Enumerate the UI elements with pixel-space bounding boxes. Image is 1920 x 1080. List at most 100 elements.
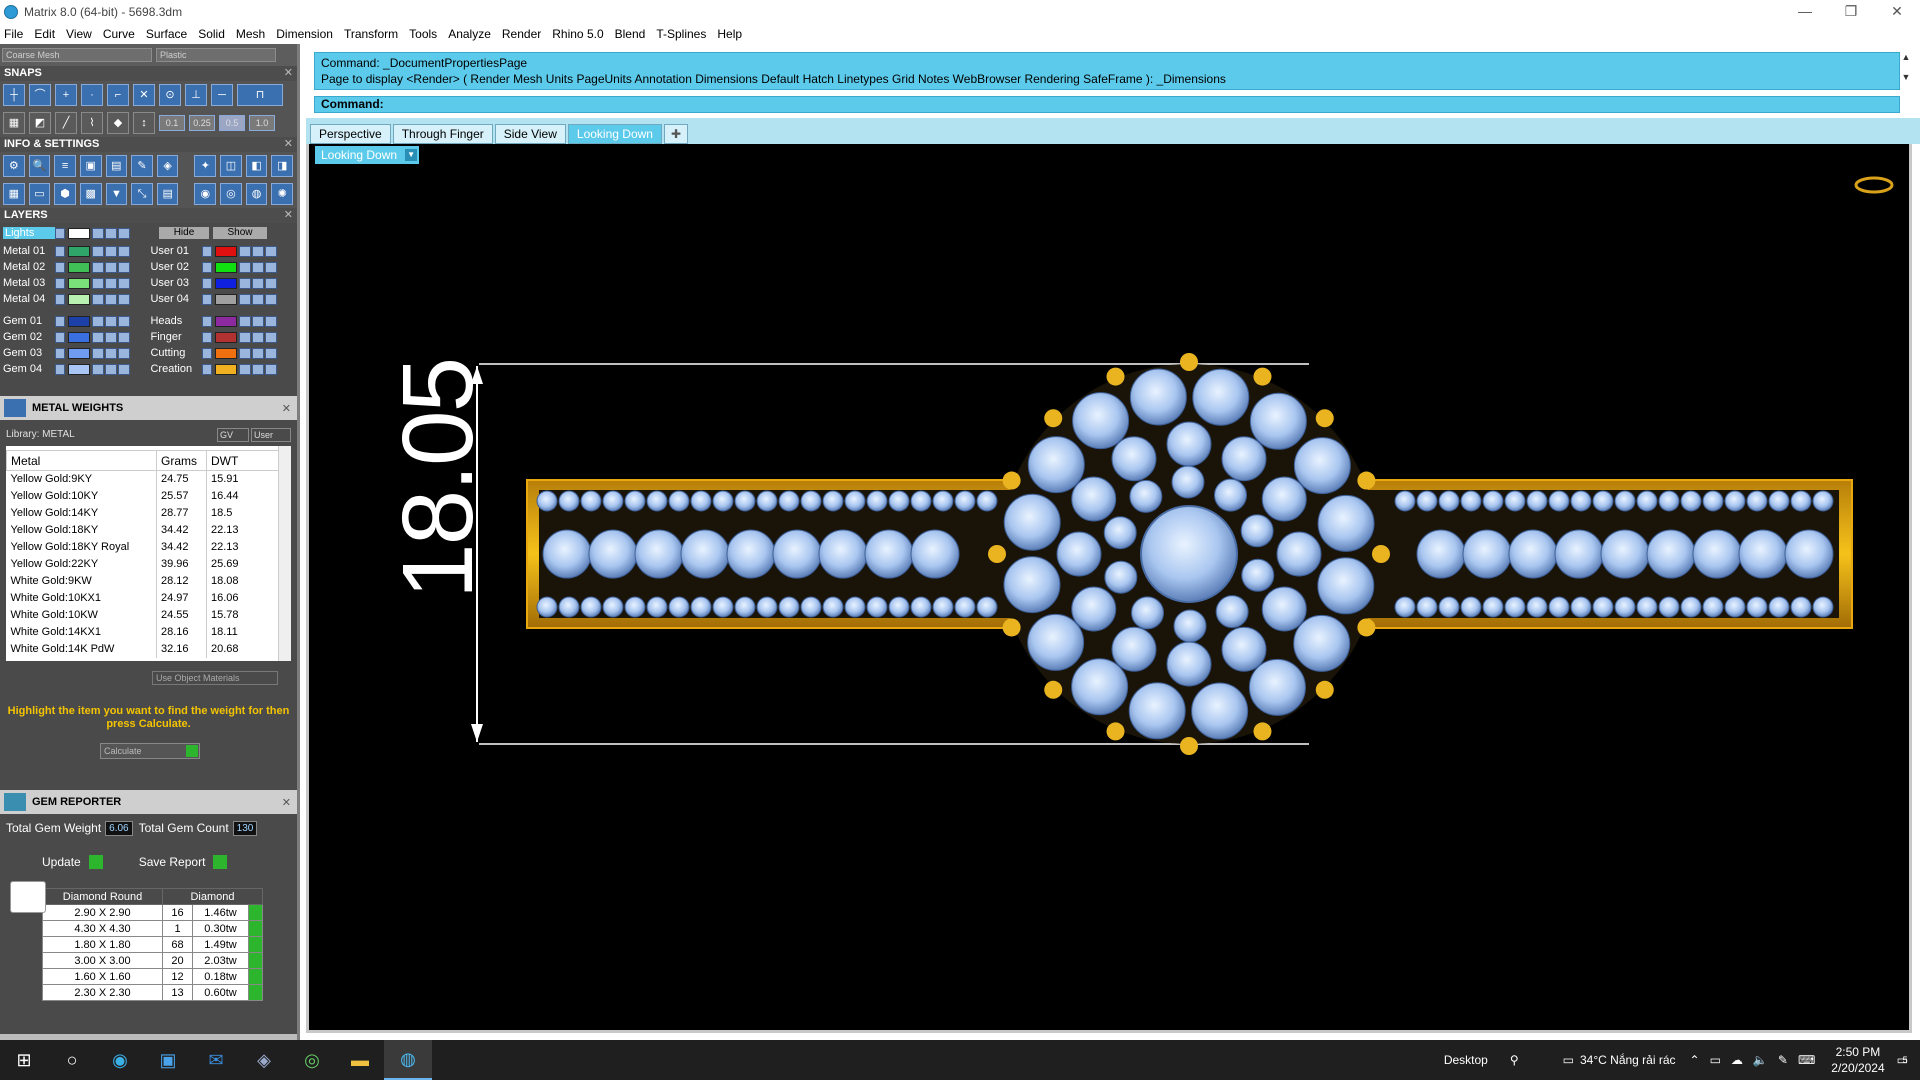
snap-value-4[interactable]: 1.0 bbox=[249, 115, 275, 131]
scale-icon[interactable]: ⤡ bbox=[131, 183, 153, 205]
snap-value-1[interactable]: 0.1 bbox=[159, 115, 185, 131]
layer-color-swatch[interactable] bbox=[215, 277, 238, 289]
layers-icon[interactable]: ≡ bbox=[54, 155, 76, 177]
lights-arrow-icon[interactable] bbox=[55, 227, 65, 239]
layer-print-icon[interactable] bbox=[118, 315, 130, 327]
layer-visible-icon[interactable] bbox=[105, 277, 117, 289]
layer-row[interactable]: User 03 bbox=[150, 275, 294, 291]
close-icon[interactable]: ✕ bbox=[282, 796, 291, 809]
layer-row[interactable]: Metal 02 bbox=[3, 259, 148, 275]
layer-print-icon[interactable] bbox=[118, 245, 130, 257]
layer-name[interactable]: Gem 01 bbox=[3, 315, 55, 327]
end-snap-icon[interactable]: ┼ bbox=[3, 84, 25, 106]
lights-color-swatch[interactable] bbox=[68, 227, 90, 239]
tool-c-icon[interactable]: ◧ bbox=[245, 155, 268, 177]
layer-lock-icon[interactable] bbox=[92, 261, 104, 273]
cen-snap-icon[interactable]: ⌐ bbox=[107, 84, 129, 106]
snap-value-3[interactable]: 0.5 bbox=[219, 115, 245, 131]
layer-visible-icon[interactable] bbox=[252, 363, 265, 375]
layer-row[interactable]: User 01 bbox=[150, 243, 294, 259]
menu-blend[interactable]: Blend bbox=[615, 27, 646, 41]
layer-print-icon[interactable] bbox=[265, 245, 278, 257]
layer-visible-icon[interactable] bbox=[252, 331, 265, 343]
table-row[interactable]: 1.60 X 1.60 12 0.18tw bbox=[42, 968, 263, 985]
curve-icon[interactable]: ⌇ bbox=[81, 112, 103, 134]
layer-row[interactable]: Heads bbox=[150, 313, 294, 329]
layer-row[interactable]: Gem 02 bbox=[3, 329, 148, 345]
close-icon[interactable]: ✕ bbox=[282, 402, 291, 415]
select-gem-button[interactable] bbox=[248, 920, 263, 937]
layer-name[interactable]: Metal 01 bbox=[3, 245, 55, 257]
grid-b-icon[interactable]: ▩ bbox=[79, 183, 102, 205]
update-button[interactable]: Update bbox=[42, 855, 103, 869]
table-row[interactable]: Yellow Gold:14KY 28.77 18.5 bbox=[6, 504, 288, 522]
layer-row[interactable]: Creation bbox=[150, 361, 294, 377]
book-icon[interactable]: ▤ bbox=[105, 155, 128, 177]
table-row[interactable]: Yellow Gold:10KY 25.57 16.44 bbox=[6, 487, 288, 505]
settings-icon[interactable]: ⚙ bbox=[3, 155, 25, 177]
select-gem-button[interactable] bbox=[248, 968, 263, 985]
maximize-button[interactable]: ❐ bbox=[1828, 0, 1874, 24]
use-object-materials-button[interactable]: Use Object Materials bbox=[152, 671, 278, 685]
layer-row[interactable]: Metal 04 bbox=[3, 291, 148, 307]
lights-visible-icon[interactable] bbox=[105, 227, 117, 239]
table-row[interactable]: 2.90 X 2.90 16 1.46tw bbox=[42, 904, 263, 921]
layer-arrow-icon[interactable] bbox=[55, 315, 65, 327]
layer-visible-icon[interactable] bbox=[105, 363, 117, 375]
layer-name[interactable]: Metal 02 bbox=[3, 261, 55, 273]
layer-visible-icon[interactable] bbox=[252, 293, 265, 305]
table-row[interactable]: White Gold:10KW 24.55 15.78 bbox=[6, 606, 288, 624]
layer-color-swatch[interactable] bbox=[68, 277, 90, 289]
layer-lock-icon[interactable] bbox=[239, 293, 252, 305]
menu-tools[interactable]: Tools bbox=[409, 27, 437, 41]
menu-edit[interactable]: Edit bbox=[34, 27, 55, 41]
menu-t-splines[interactable]: T-Splines bbox=[656, 27, 706, 41]
tool-d-icon[interactable]: ◨ bbox=[271, 155, 294, 177]
app-b-icon[interactable]: ◎ bbox=[288, 1040, 336, 1080]
render-c-icon[interactable]: ◍ bbox=[245, 183, 268, 205]
layer-arrow-icon[interactable] bbox=[55, 331, 65, 343]
diamond-icon[interactable]: ◆ bbox=[107, 112, 129, 134]
layer-visible-icon[interactable] bbox=[252, 277, 265, 289]
table-row[interactable]: Yellow Gold:9KY 24.75 15.91 bbox=[6, 470, 288, 488]
layer-arrow-icon[interactable] bbox=[202, 331, 213, 343]
close-button[interactable]: ✕ bbox=[1874, 0, 1920, 24]
mesh-select[interactable]: Coarse Mesh bbox=[2, 48, 152, 62]
filter-icon[interactable]: ▼ bbox=[105, 183, 128, 205]
render-d-icon[interactable]: ✺ bbox=[271, 183, 294, 205]
layer-visible-icon[interactable] bbox=[105, 245, 117, 257]
layer-visible-icon[interactable] bbox=[105, 315, 117, 327]
layer-name[interactable]: Heads bbox=[150, 315, 202, 327]
plane-icon[interactable]: ◩ bbox=[29, 112, 51, 134]
layer-lock-icon[interactable] bbox=[239, 261, 252, 273]
volume-icon[interactable]: 🔈 bbox=[1753, 1053, 1768, 1067]
tab-through-finger[interactable]: Through Finger bbox=[392, 124, 493, 144]
table-row[interactable]: White Gold:14KX1 28.16 18.11 bbox=[6, 623, 288, 641]
layer-color-swatch[interactable] bbox=[68, 293, 90, 305]
user-toggle[interactable]: User bbox=[251, 428, 291, 442]
layer-arrow-icon[interactable] bbox=[202, 315, 213, 327]
layer-arrow-icon[interactable] bbox=[202, 277, 213, 289]
layer-print-icon[interactable] bbox=[265, 261, 278, 273]
layer-color-swatch[interactable] bbox=[215, 261, 238, 273]
layer-color-swatch[interactable] bbox=[215, 331, 238, 343]
viewport[interactable]: Looking Down ▼ 18.05 bbox=[306, 144, 1912, 1033]
layer-name[interactable]: User 04 bbox=[150, 293, 202, 305]
select-gem-button[interactable] bbox=[248, 952, 263, 969]
menu-dimension[interactable]: Dimension bbox=[276, 27, 333, 41]
lights-print-icon[interactable] bbox=[118, 227, 130, 239]
table-row[interactable]: 2.30 X 2.30 13 0.60tw bbox=[42, 984, 263, 1001]
command-input[interactable]: Command: bbox=[314, 96, 1900, 113]
layer-visible-icon[interactable] bbox=[105, 347, 117, 359]
layer-name[interactable]: User 03 bbox=[150, 277, 202, 289]
magnify-icon[interactable]: 🔍 bbox=[28, 155, 51, 177]
layout-icon[interactable]: ▦ bbox=[3, 183, 25, 205]
perp-snap-icon[interactable]: ⊙ bbox=[159, 84, 181, 106]
save-report-button[interactable]: Save Report bbox=[139, 855, 228, 869]
menu-view[interactable]: View bbox=[66, 27, 92, 41]
add-tab-icon[interactable]: ✚ bbox=[663, 124, 688, 144]
cursor-icon[interactable]: ↕ bbox=[133, 112, 155, 134]
layer-row[interactable]: User 02 bbox=[150, 259, 294, 275]
snap-value-2[interactable]: 0.25 bbox=[189, 115, 215, 131]
layer-lock-icon[interactable] bbox=[92, 347, 104, 359]
